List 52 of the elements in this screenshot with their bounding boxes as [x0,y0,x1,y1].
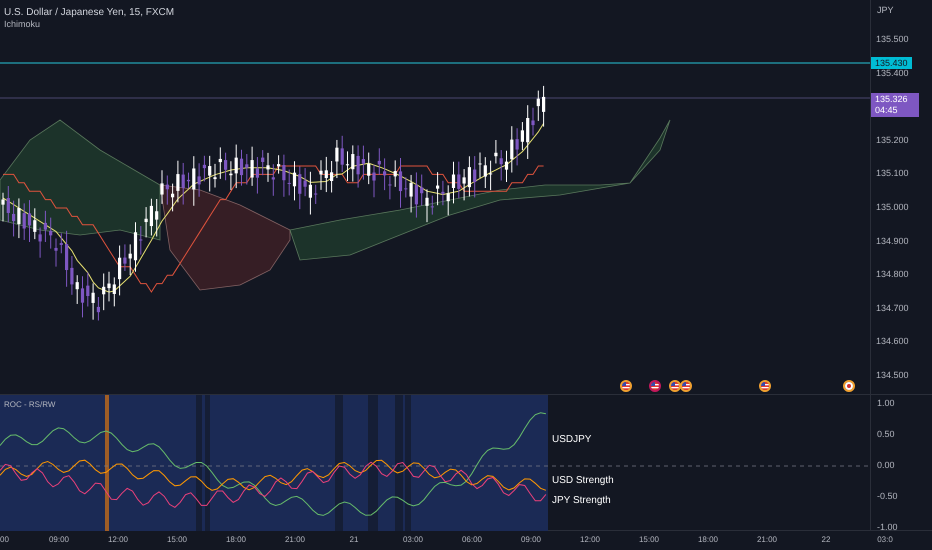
event-marker[interactable] [759,380,771,392]
last-price-label: 135.326 04:45 [871,93,919,117]
price-tick: 135.200 [876,136,909,145]
time-tick: 21:00 [284,536,306,544]
series-label: USDJPY [552,433,592,447]
price-tick: 134.600 [876,337,909,346]
time-tick: 06:00 [462,536,482,544]
time-tick: 21 [350,536,358,544]
indicator-title: ROC - RS/RW [4,399,56,411]
flag-icon [761,382,769,390]
price-tick: 135.100 [876,169,909,178]
time-tick: 09:00 [520,536,542,544]
indicator-tick: -1.00 [877,523,898,532]
indicator-tick: 0.00 [877,461,895,470]
event-marker[interactable] [649,380,661,392]
event-marker[interactable] [620,380,632,392]
flag-icon [622,382,630,390]
flag-icon [651,382,659,390]
price-tick: 134.900 [876,236,909,246]
time-tick: 15:00 [166,536,188,544]
series-label: JPY Strength [552,494,611,508]
price-tick: 134.800 [876,270,909,280]
indicator-tick: -0.50 [877,492,898,501]
time-tick: 18:00 [226,536,246,544]
event-marker[interactable] [843,380,855,392]
price-tick: 134.700 [876,304,909,313]
time-tick: 12:00 [580,536,600,544]
symbol-title: U.S. Dollar / Japanese Yen, 15, FXCM [4,6,174,20]
event-marker[interactable] [669,380,681,392]
price-tick: 134.500 [876,371,909,380]
time-tick: 22 [822,536,830,544]
currency-label: JPY [877,4,894,17]
alert-price-label: 135.430 [871,57,912,69]
flag-icon [671,382,679,390]
time-tick: 09:00 [48,536,70,544]
time-tick: 15:00 [638,536,660,544]
time-tick: 00 [0,536,9,544]
flag-icon [682,382,690,390]
event-marker[interactable] [680,380,692,392]
indicator-tick: 0.50 [877,430,895,439]
time-tick: 12:00 [108,536,128,544]
series-label: USD Strength [552,474,614,488]
flag-icon [845,382,853,390]
time-tick: 21:00 [756,536,778,544]
price-tick: 135.400 [876,68,909,78]
price-tick: 135.000 [876,203,909,212]
indicator-tick: 1.00 [877,399,895,408]
time-tick: 03:0 [877,536,893,544]
indicator-name: Ichimoku [4,18,40,31]
time-tick: 03:00 [402,536,424,544]
time-tick: 18:00 [698,536,718,544]
price-tick: 135.500 [876,35,909,44]
